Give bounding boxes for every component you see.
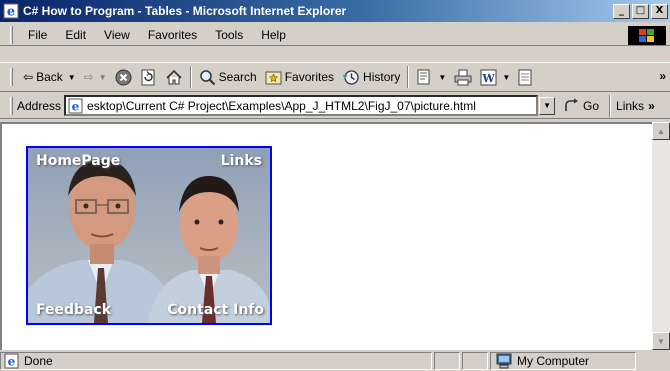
map-link-links[interactable]: Links [221, 153, 262, 169]
address-dropdown-icon[interactable]: ▼ [539, 96, 556, 115]
forward-arrow-icon: ⇨ [83, 70, 94, 84]
scroll-down-arrow-icon[interactable]: ▼ [652, 332, 670, 350]
links-more-icon[interactable]: » [648, 99, 655, 113]
photo-two-men [28, 148, 270, 323]
svg-text:e: e [7, 5, 15, 20]
menu-tools[interactable]: Tools [206, 28, 252, 42]
scroll-up-arrow-icon[interactable]: ▲ [652, 122, 670, 140]
toolbar-separator [609, 94, 612, 117]
back-arrow-icon: ⇦ [23, 70, 34, 84]
mail-button[interactable]: ▼ [412, 69, 450, 86]
status-panel [434, 352, 460, 370]
title-bar: e C# How to Program - Tables - Microsoft… [0, 0, 670, 22]
minimize-button[interactable]: _ [613, 3, 630, 19]
back-dropdown-icon[interactable]: ▼ [68, 73, 76, 82]
go-arrow-icon [565, 98, 579, 111]
vertical-scrollbar[interactable]: ▲ ▼ [652, 122, 670, 350]
svg-text:W: W [482, 72, 496, 85]
favorites-label: Favorites [284, 70, 335, 84]
svg-text:e: e [72, 99, 80, 113]
edit-button[interactable]: W ▼ [476, 69, 514, 86]
history-icon [342, 69, 359, 85]
status-text: Done [24, 354, 53, 368]
menu-view[interactable]: View [95, 28, 139, 42]
discuss-button[interactable] [514, 69, 537, 86]
map-link-homepage[interactable]: HomePage [36, 153, 120, 169]
menu-grip [10, 25, 13, 44]
standard-toolbar: ⇦ Back ▼ ⇨ ▼ Search Favorites History ▼ … [0, 62, 670, 92]
window-title: C# How to Program - Tables - Microsoft I… [23, 4, 347, 18]
refresh-icon [141, 69, 155, 85]
search-icon [199, 69, 215, 85]
address-url: esktop\Current C# Project\Examples\App_J… [87, 98, 476, 113]
edit-dropdown-icon[interactable]: ▼ [502, 73, 510, 82]
printer-icon [454, 69, 472, 85]
favorites-button[interactable]: Favorites [261, 69, 338, 86]
print-button[interactable] [450, 69, 476, 86]
menu-edit[interactable]: Edit [56, 28, 95, 42]
address-label: Address [17, 98, 62, 113]
my-computer-icon [496, 353, 512, 369]
go-label: Go [583, 98, 600, 113]
back-label: Back [36, 70, 63, 84]
links-button[interactable]: Links [616, 99, 644, 113]
svg-text:e: e [8, 355, 16, 369]
toolbar-separator [189, 66, 192, 88]
home-icon [166, 69, 182, 84]
menu-favorites[interactable]: Favorites [139, 28, 206, 42]
windows-logo-icon [628, 26, 666, 45]
toolbar-more-icon[interactable]: » [659, 69, 666, 83]
zone-label: My Computer [517, 354, 590, 368]
toolbar-grip [10, 68, 13, 86]
map-link-feedback[interactable]: Feedback [36, 302, 111, 318]
stop-button[interactable] [111, 69, 136, 86]
home-button[interactable] [161, 69, 187, 86]
toolbar-separator [407, 66, 410, 88]
maximize-button[interactable]: □ [632, 3, 649, 19]
status-bar: e Done My Computer [0, 351, 670, 371]
map-link-contact-info[interactable]: Contact Info [167, 302, 264, 318]
mail-dropdown-icon[interactable]: ▼ [438, 73, 446, 82]
stop-icon [115, 69, 132, 85]
page-icon: e [68, 98, 83, 113]
history-label: History [363, 70, 401, 84]
history-button[interactable]: History [338, 69, 404, 86]
search-button[interactable]: Search [195, 69, 261, 86]
image-map-picture[interactable]: HomePage Links Feedback Contact Info [26, 146, 272, 325]
forward-dropdown-icon[interactable]: ▼ [99, 73, 107, 82]
security-zone-panel: My Computer [490, 352, 636, 370]
address-grip [10, 96, 13, 115]
page-done-icon: e [4, 353, 19, 369]
back-button[interactable]: ⇦ Back ▼ [19, 70, 80, 84]
menu-file[interactable]: File [19, 28, 56, 42]
page-content: HomePage Links Feedback Contact Info [0, 122, 652, 350]
menu-bar: File Edit View Favorites Tools Help [0, 24, 670, 46]
search-label: Search [218, 70, 257, 84]
mail-icon [417, 69, 430, 84]
go-button[interactable]: Go [563, 98, 599, 113]
refresh-button[interactable] [136, 69, 161, 86]
word-edit-icon: W [480, 69, 497, 85]
favorites-icon [265, 71, 282, 84]
close-button[interactable]: X [651, 3, 668, 19]
status-panel [462, 352, 488, 370]
menu-help[interactable]: Help [252, 28, 295, 42]
status-main-panel: e Done [0, 352, 432, 370]
internet-explorer-icon: e [3, 3, 19, 19]
notepad-icon [518, 69, 532, 85]
forward-button[interactable]: ⇨ ▼ [80, 70, 111, 84]
address-input[interactable]: e esktop\Current C# Project\Examples\App… [64, 95, 539, 116]
address-bar: Address e esktop\Current C# Project\Exam… [0, 93, 670, 119]
